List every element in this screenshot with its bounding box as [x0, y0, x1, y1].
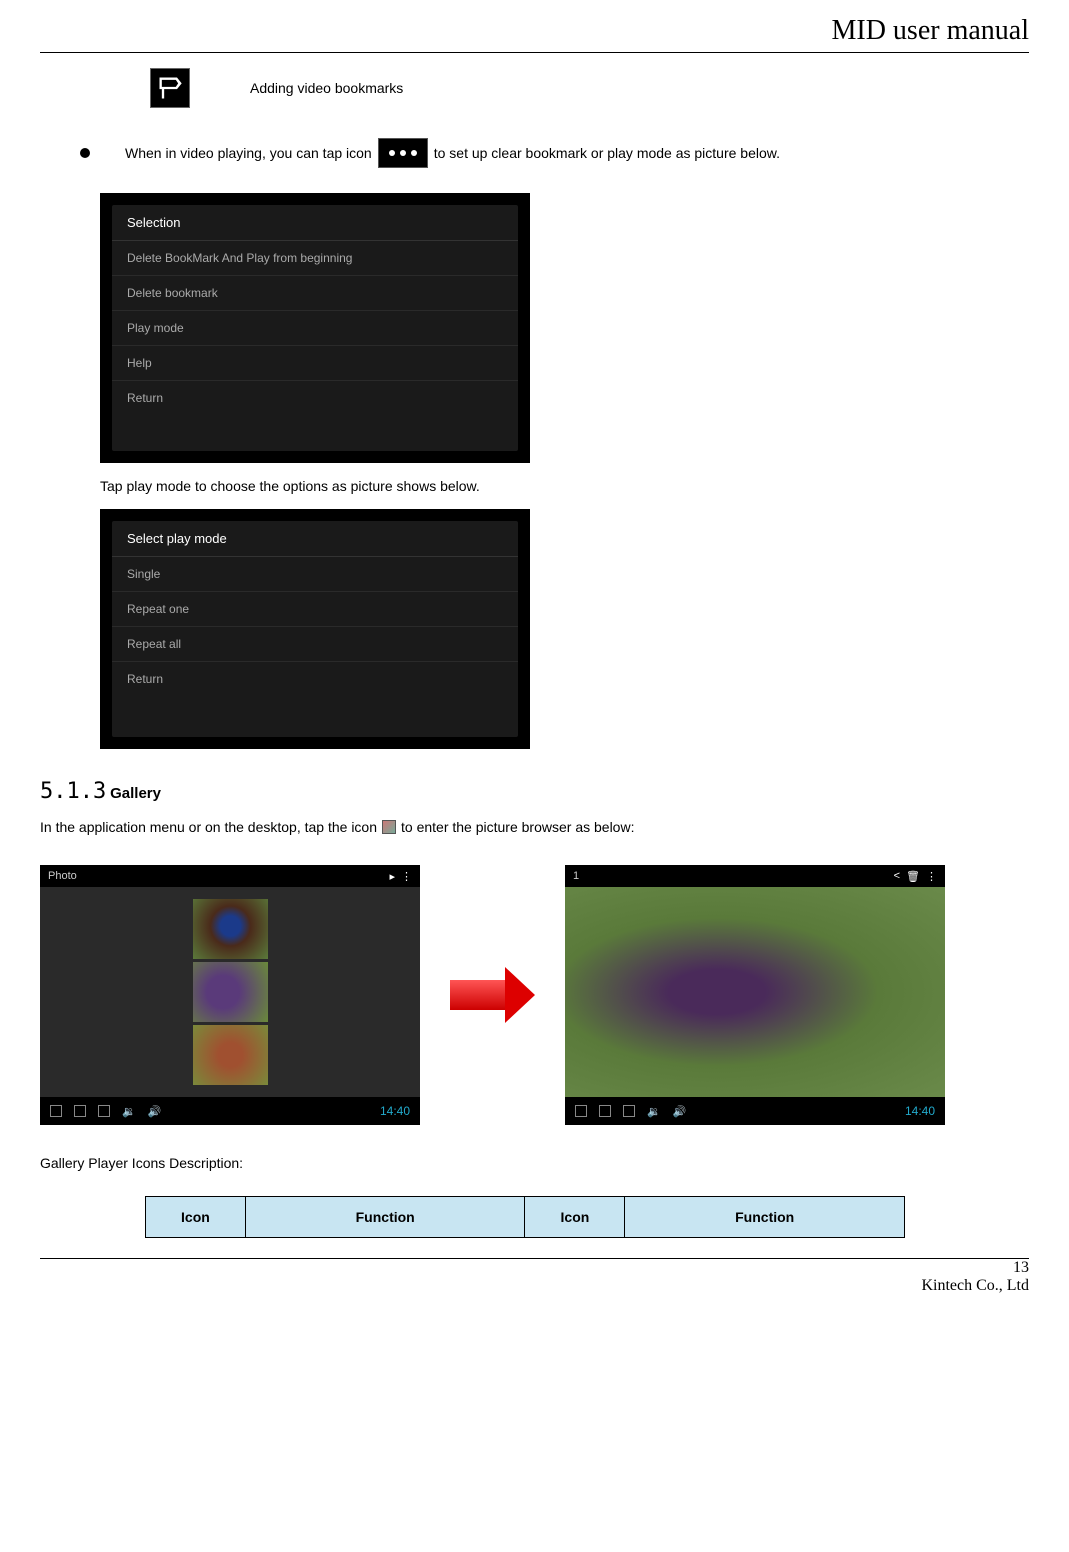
screenshot-play-mode-menu: Select play mode Single Repeat one Repea… [100, 509, 530, 749]
list-item: Delete BookMark And Play from beginning [112, 241, 518, 276]
play-mode-list: Select play mode Single Repeat one Repea… [112, 521, 518, 737]
gallery-screenshot-grid: Photo ▸ ⋮ 🔉 🔊 14:40 [40, 865, 420, 1125]
page-number: 13 [40, 1259, 1029, 1277]
gallery-screenshots-row: Photo ▸ ⋮ 🔉 🔊 14:40 [40, 865, 1029, 1125]
table-header-row: Icon Function Icon Function [146, 1197, 905, 1238]
vol-up-icon: 🔊 [148, 1105, 162, 1118]
recent-icon [623, 1105, 635, 1117]
menu-icon: ⋮ [926, 870, 937, 883]
vol-down-icon: 🔉 [122, 1105, 136, 1118]
home-icon [74, 1105, 86, 1117]
topbar-icons: ▸ ⋮ [389, 870, 412, 883]
list-item: Play mode [112, 311, 518, 346]
instruction-1-pre: When in video playing, you can tap icon [125, 145, 372, 161]
gallery-topbar: Photo ▸ ⋮ [40, 865, 420, 887]
gallery-text-pre: In the application menu or on the deskto… [40, 819, 377, 835]
list-item: Help [112, 346, 518, 381]
screenshot-selection-menu: Selection Delete BookMark And Play from … [100, 193, 530, 463]
time-stamp: 14:40 [380, 1104, 410, 1118]
icon-function-table: Icon Function Icon Function [145, 1196, 905, 1238]
document-footer: 13 Kintech Co., Ltd [40, 1259, 1029, 1295]
thumbnail-butterfly [193, 899, 268, 959]
time-stamp: 14:40 [905, 1104, 935, 1118]
camera-icon: ▸ [389, 870, 395, 883]
icons-description-label: Gallery Player Icons Description: [40, 1155, 1029, 1171]
section-number: 5.1.3 [40, 779, 106, 804]
bookmark-label: Adding video bookmarks [250, 80, 403, 96]
instruction-bullet-row: When in video playing, you can tap icon … [40, 138, 1029, 168]
document-header: MID user manual [40, 10, 1029, 52]
back-icon [575, 1105, 587, 1117]
company-name: Kintech Co., Ltd [40, 1277, 1029, 1295]
table-header-icon: Icon [525, 1197, 625, 1238]
list-item: Single [112, 557, 518, 592]
gallery-screenshot-full: 1 < 🗑 ⋮ 🔉 🔊 14:40 [565, 865, 945, 1125]
list-item: Repeat one [112, 592, 518, 627]
gallery-app-icon [382, 820, 396, 834]
instruction-2: Tap play mode to choose the options as p… [100, 478, 1029, 494]
menu-icon: ⋮ [401, 870, 412, 883]
instruction-1-post: to set up clear bookmark or play mode as… [434, 145, 780, 161]
bookmark-row: Adding video bookmarks [40, 68, 1029, 108]
section-heading: 5.1.3 Gallery [40, 779, 1029, 804]
header-divider [40, 52, 1029, 53]
back-icon [50, 1105, 62, 1117]
share-icon: < [894, 870, 900, 883]
red-arrow-icon [450, 967, 535, 1023]
nav-icons-left: 🔉 🔊 [575, 1105, 686, 1118]
list-item: Repeat all [112, 627, 518, 662]
list-item: Return [112, 381, 518, 415]
list-item: Return [112, 662, 518, 696]
topbar-icons: < 🗑 ⋮ [894, 870, 937, 883]
photo-count: 1 [573, 870, 579, 882]
header-title: MID user manual [831, 15, 1029, 46]
gallery-grid-body [40, 887, 420, 1097]
bookmark-tag-icon [150, 68, 190, 108]
vol-down-icon: 🔉 [647, 1105, 661, 1118]
photo-label: Photo [48, 870, 77, 882]
gallery-nav-bar: 🔉 🔊 14:40 [40, 1097, 420, 1125]
table-header-function: Function [625, 1197, 905, 1238]
gallery-full-image [565, 887, 945, 1097]
list-item: Delete bookmark [112, 276, 518, 311]
play-mode-title: Select play mode [112, 521, 518, 557]
delete-icon: 🗑 [906, 870, 920, 883]
three-dots-menu-icon [378, 138, 428, 168]
thumbnail-grapes [193, 962, 268, 1022]
instruction-1: When in video playing, you can tap icon … [125, 138, 780, 168]
table-header-function: Function [245, 1197, 525, 1238]
bullet-icon [80, 148, 90, 158]
home-icon [599, 1105, 611, 1117]
gallery-instruction: In the application menu or on the deskto… [40, 819, 1029, 835]
gallery-nav-bar: 🔉 🔊 14:40 [565, 1097, 945, 1125]
vol-up-icon: 🔊 [673, 1105, 687, 1118]
nav-icons-left: 🔉 🔊 [50, 1105, 161, 1118]
table-header-icon: Icon [146, 1197, 246, 1238]
recent-icon [98, 1105, 110, 1117]
selection-title: Selection [112, 205, 518, 241]
thumbnail-vegetables [193, 1025, 268, 1085]
selection-list: Selection Delete BookMark And Play from … [112, 205, 518, 451]
thumbnail-column [193, 899, 268, 1085]
gallery-text-post: to enter the picture browser as below: [401, 819, 634, 835]
section-title: Gallery [110, 785, 161, 802]
gallery-topbar: 1 < 🗑 ⋮ [565, 865, 945, 887]
